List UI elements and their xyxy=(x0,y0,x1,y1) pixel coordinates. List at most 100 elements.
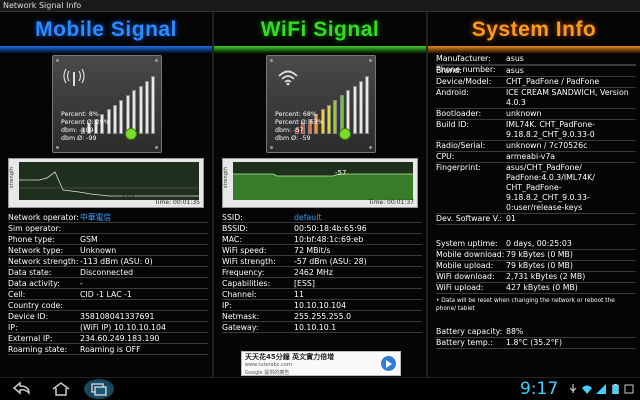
info-row: Phone type: GSM xyxy=(8,234,208,245)
info-row-key: Device ID: xyxy=(8,312,49,321)
info-row: Android: ICE CREAM SANDWICH, Version 4.0.… xyxy=(436,88,636,109)
info-row-key: WiFi download: xyxy=(436,272,495,281)
info-row-key: Radio/Serial: xyxy=(436,141,486,150)
info-row-key: Roaming state: xyxy=(8,345,68,354)
info-row-value: (WiFi IP) 10.10.10.104 xyxy=(80,323,166,332)
info-row-key: Channel: xyxy=(222,290,257,299)
info-row-value: 1.8°C (35.2°F) xyxy=(506,338,563,347)
info-row: BSSID: 00:50:18:4b:65:96 xyxy=(222,223,422,234)
info-row-value: armeabi-v7a xyxy=(506,152,556,161)
info-row-value: ICE CREAM SANDWICH, Version 4.0.3 xyxy=(506,88,629,107)
info-row-value: 79 kBytes (0 MB) xyxy=(506,261,573,270)
signal-status-icon xyxy=(596,384,606,394)
info-row-value: asus xyxy=(506,54,524,63)
info-row-value: Unknown xyxy=(80,246,117,255)
info-row-value: 10:bf:48:1c:69:eb xyxy=(294,235,364,244)
system-info-panel: System Info Manufacturer: asus Phone numbe… xyxy=(428,12,640,377)
info-row-key: Gateway: xyxy=(222,323,259,332)
info-row-key: Fingerprint: xyxy=(436,163,481,172)
mobile-info-list: Network operator: 中華電信 Sim operator: Phone … xyxy=(8,212,208,355)
info-row-value: - xyxy=(80,279,83,288)
info-row: System uptime: 0 days, 00:25:03 xyxy=(436,239,636,250)
smiley-icon xyxy=(125,128,137,140)
info-row-key: Country code: xyxy=(8,301,63,310)
info-row-value: 427 kBytes (0 MB) xyxy=(506,283,578,292)
system-info-list: Manufacturer: asus Phone number: Brand: asus… xyxy=(436,54,636,349)
info-row: Device ID: 358108041337691 xyxy=(8,311,208,322)
system-bar: 9:17 xyxy=(0,377,640,400)
graph-current-value: -57 xyxy=(335,169,347,177)
info-row: Channel: 11 xyxy=(222,289,422,300)
ad-url: www.tutorabc.com xyxy=(245,362,292,368)
info-row: WiFi download: 2,731 kBytes (2 MB) xyxy=(436,272,636,283)
wifi-status-icon xyxy=(582,385,592,394)
mobile-signal-meter: Percent: 8% Percent Ø: 29% dbm: -109 dbm… xyxy=(52,55,162,153)
info-row-key: Battery capacity: xyxy=(436,327,503,336)
info-row: SSID: default xyxy=(222,212,422,223)
info-row-value: Roaming is OFF xyxy=(80,345,141,354)
recent-apps-icon[interactable] xyxy=(84,379,114,399)
info-row-value: [ESS] xyxy=(294,279,315,288)
info-row-value: 10.10.10.104 xyxy=(294,301,347,310)
wifi-strength-graph: strength -57 Time: 00:01:37 xyxy=(222,158,418,208)
info-row-value: GSM xyxy=(80,235,98,244)
mobile-signal-panel: Mobile Signal Percent: 8% Percent Ø: 29%… xyxy=(0,12,212,377)
home-icon[interactable] xyxy=(50,381,72,397)
info-row-value: -57 dBm (ASU: 28) xyxy=(294,257,367,266)
info-row-value: asus xyxy=(506,66,524,75)
dbm-avg-label: dbm Ø: -99 xyxy=(61,135,97,142)
info-row-key: Mobile upload: xyxy=(436,261,494,270)
info-row: Radio/Serial: unknown / 7c70526c xyxy=(436,141,636,152)
info-row-key: Data state: xyxy=(8,268,52,277)
info-row: Battery temp.: 1.8°C (35.2°F) xyxy=(436,338,636,349)
info-row: IP: (WiFi IP) 10.10.10.104 xyxy=(8,322,208,333)
info-row-key: SSID: xyxy=(222,213,243,222)
info-row: Roaming state: Roaming is OFF xyxy=(8,344,208,355)
info-row-key: MAC: xyxy=(222,235,242,244)
info-row: Mobile download: 79 kBytes (0 MB) xyxy=(436,250,636,261)
info-row-key: WiFi upload: xyxy=(436,283,484,292)
info-row-value: 2,731 kBytes (2 MB) xyxy=(506,272,586,281)
info-row: IP: 10.10.10.104 xyxy=(222,300,422,311)
notification-icon[interactable] xyxy=(624,384,634,394)
info-row: Network operator: 中華電信 xyxy=(8,212,208,223)
info-row-key: Bootloader: xyxy=(436,109,482,118)
dbm-label: dbm: -57 xyxy=(275,127,304,134)
info-row-value: 88% xyxy=(506,327,524,336)
info-row-key: Network type: xyxy=(8,246,64,255)
info-row-value: 234.60.249.183.190 xyxy=(80,334,160,343)
info-row: Data state: Disconnected xyxy=(8,267,208,278)
signal-bar xyxy=(352,85,357,134)
back-icon[interactable] xyxy=(10,381,32,397)
info-row-key: Network operator: xyxy=(8,213,80,222)
graph-current-value: -109 xyxy=(119,191,135,199)
percent-label: Percent: 8% xyxy=(61,111,99,118)
signal-bar xyxy=(359,81,363,134)
graph-time: Time: 00:01:37 xyxy=(368,199,414,206)
wifi-info-list: SSID: default BSSID: 00:50:18:4b:65:96 MAC: 1… xyxy=(222,212,422,333)
signal-bar xyxy=(138,85,143,134)
info-row-value: 中華電信 xyxy=(80,213,112,222)
info-row: WiFi upload: 427 kBytes (0 MB) xyxy=(436,283,636,294)
info-row-value: unknown / 7c70526c xyxy=(506,141,588,150)
info-row-key: Netmask: xyxy=(222,312,260,321)
info-row: Sim operator: xyxy=(8,223,208,234)
signal-bar xyxy=(145,81,149,134)
info-row-key: Network strength: xyxy=(8,257,79,266)
info-row-key: Battery temp.: xyxy=(436,338,493,347)
info-row: Mobile upload: 79 kBytes (0 MB) xyxy=(436,261,636,272)
info-row-value: 00:50:18:4b:65:96 xyxy=(294,224,367,233)
ad-go-icon[interactable] xyxy=(381,356,396,371)
signal-bar xyxy=(151,76,156,134)
info-row: External IP: 234.60.249.183.190 xyxy=(8,333,208,344)
ad-banner[interactable]: 天天花45分鐘 英文實力倍增 www.tutorabc.com Google 提… xyxy=(241,351,401,376)
info-row: Battery capacity: 88% xyxy=(436,327,636,338)
info-row: Network type: Unknown xyxy=(8,245,208,256)
info-row-value: IML74K. CHT_PadFone-9.18.8.2_CHT_9.0.33-… xyxy=(506,120,595,139)
info-row-key: System uptime: xyxy=(436,239,498,248)
info-row: Bootloader: unknown xyxy=(436,109,636,120)
info-row-value: asus/CHT_PadFone/ PadFone:4.0.3/IML74K/ … xyxy=(506,163,595,212)
info-row-value: -113 dBm (ASU: 0) xyxy=(80,257,153,266)
info-row-value: Disconnected xyxy=(80,268,134,277)
info-row-key: Cell: xyxy=(8,290,26,299)
